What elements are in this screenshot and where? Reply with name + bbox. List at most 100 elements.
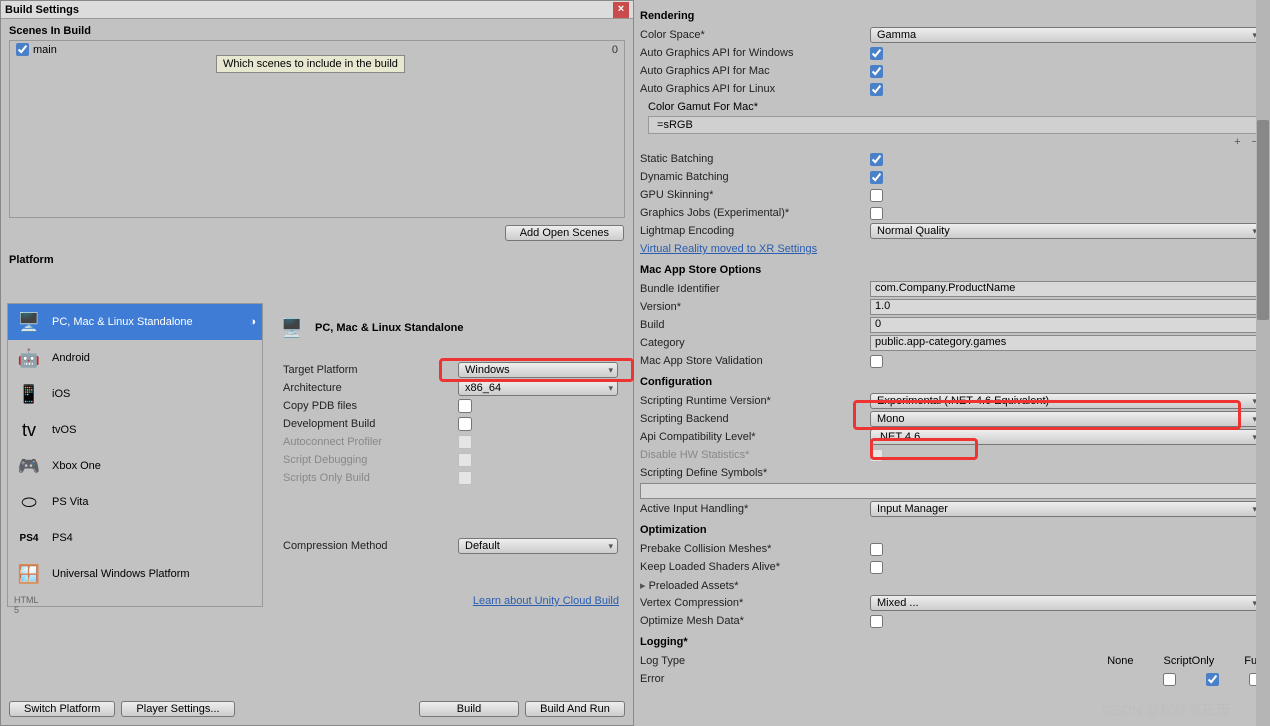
compression-row: Compression Method Default	[275, 537, 627, 555]
platform-label: PS Vita	[52, 496, 89, 508]
architecture-dropdown[interactable]: x86_64	[458, 380, 618, 396]
scrollbar-thumb[interactable]	[1257, 120, 1269, 320]
auto-linux-checkbox[interactable]	[870, 83, 883, 96]
lightmap-dropdown[interactable]: Normal Quality	[870, 223, 1262, 239]
vr-xr-link[interactable]: Virtual Reality moved to XR Settings	[640, 243, 817, 255]
psvita-icon: ⬭	[14, 487, 44, 517]
platform-item-uwp[interactable]: 🪟 Universal Windows Platform	[8, 556, 262, 592]
color-gamut-value[interactable]: sRGB	[663, 119, 692, 131]
input-handling-dropdown[interactable]: Input Manager	[870, 501, 1262, 517]
switch-platform-button[interactable]: Switch Platform	[9, 701, 115, 717]
logging-heading: Logging*	[640, 630, 1262, 652]
macstore-heading: Mac App Store Options	[640, 258, 1262, 280]
build-settings-window: Build Settings × Scenes In Build main 0 …	[0, 0, 634, 726]
scene-name: main	[33, 44, 57, 56]
window-title: Build Settings	[5, 4, 79, 16]
build-number-input[interactable]: 0	[870, 317, 1262, 333]
runtime-version-dropdown[interactable]: Experimental (.NET 4.6 Equivalent)	[870, 393, 1262, 409]
platform-label: PS4	[52, 532, 73, 544]
graphics-jobs-checkbox[interactable]	[870, 207, 883, 220]
auto-win-checkbox[interactable]	[870, 47, 883, 60]
window-titlebar: Build Settings ×	[1, 1, 633, 19]
mac-validation-checkbox[interactable]	[870, 355, 883, 368]
copy-pdb-checkbox[interactable]	[458, 399, 472, 413]
scrollbar[interactable]	[1256, 0, 1270, 726]
lower-area: 🖥️ PC, Mac & Linux Standalone ◑ 🤖 Androi…	[1, 303, 633, 611]
build-button[interactable]: Build	[419, 701, 519, 717]
html5-label: HTML5	[8, 592, 262, 618]
scenes-tooltip: Which scenes to include in the build	[216, 55, 405, 73]
platform-label: PC, Mac & Linux Standalone	[52, 316, 193, 328]
gpu-skin-checkbox[interactable]	[870, 189, 883, 202]
dev-build-checkbox[interactable]	[458, 417, 472, 431]
build-settings-panel: 🖥️ PC, Mac & Linux Standalone Target Pla…	[269, 303, 633, 611]
xbox-icon: 🎮	[14, 451, 44, 481]
scenes-list: main 0 Which scenes to include in the bu…	[9, 40, 625, 218]
prebake-checkbox[interactable]	[870, 543, 883, 556]
vertex-compression-dropdown[interactable]: Mixed ...	[870, 595, 1262, 611]
platform-item-android[interactable]: 🤖 Android	[8, 340, 262, 376]
platform-label: Android	[52, 352, 90, 364]
platform-item-standalone[interactable]: 🖥️ PC, Mac & Linux Standalone ◑	[8, 304, 262, 340]
define-symbols-input[interactable]	[640, 483, 1262, 499]
android-icon: 🤖	[14, 343, 44, 373]
platform-label: Xbox One	[52, 460, 101, 472]
bundle-id-input[interactable]: com.Company.ProductName	[870, 281, 1262, 297]
player-settings-button[interactable]: Player Settings...	[121, 701, 234, 717]
platform-label: iOS	[52, 388, 70, 400]
rendering-heading: Rendering	[640, 4, 1262, 26]
ios-icon: 📱	[14, 379, 44, 409]
compression-dropdown[interactable]: Default	[458, 538, 618, 554]
autoconnect-checkbox	[458, 435, 472, 449]
log-error-scriptonly[interactable]	[1206, 673, 1219, 686]
target-platform-dropdown[interactable]: Windows	[458, 362, 618, 378]
static-batch-checkbox[interactable]	[870, 153, 883, 166]
scripting-backend-dropdown[interactable]: Mono	[870, 411, 1262, 427]
script-debug-checkbox	[458, 453, 472, 467]
scenes-heading: Scenes In Build	[1, 19, 633, 40]
player-settings-panel: Rendering Color Space*Gamma Auto Graphic…	[634, 0, 1270, 726]
platform-item-ios[interactable]: 📱 iOS	[8, 376, 262, 412]
shaders-checkbox[interactable]	[870, 561, 883, 574]
settings-header: 🖥️ PC, Mac & Linux Standalone	[277, 313, 627, 343]
color-space-dropdown[interactable]: Gamma	[870, 27, 1262, 43]
platform-item-tvos[interactable]: tv tvOS	[8, 412, 262, 448]
category-input[interactable]: public.app-category.games	[870, 335, 1262, 351]
auto-mac-checkbox[interactable]	[870, 65, 883, 78]
log-error-none[interactable]	[1163, 673, 1176, 686]
add-remove-buttons[interactable]: + −	[640, 134, 1262, 150]
platform-label: Universal Windows Platform	[52, 568, 190, 580]
uwp-icon: 🪟	[14, 559, 44, 589]
tvos-icon: tv	[14, 415, 44, 445]
platform-item-psvita[interactable]: ⬭ PS Vita	[8, 484, 262, 520]
architecture-row: Architecture x86_64	[275, 379, 627, 397]
unity-icon: ◑	[249, 316, 256, 328]
disable-hw-checkbox	[870, 449, 883, 462]
platform-heading: Platform	[1, 248, 633, 269]
config-heading: Configuration	[640, 370, 1262, 392]
platform-label: tvOS	[52, 424, 76, 436]
scripts-only-checkbox	[458, 471, 472, 485]
build-and-run-button[interactable]: Build And Run	[525, 701, 625, 717]
optimize-mesh-checkbox[interactable]	[870, 615, 883, 628]
cloud-build-link[interactable]: Learn about Unity Cloud Build	[473, 595, 619, 607]
standalone-icon: 🖥️	[277, 313, 307, 343]
scene-checkbox[interactable]	[16, 43, 29, 56]
ps4-icon: PS4	[14, 523, 44, 553]
add-open-scenes-button[interactable]: Add Open Scenes	[505, 225, 624, 241]
target-platform-row: Target Platform Windows	[275, 361, 627, 379]
scene-index: 0	[612, 44, 618, 56]
dynamic-batch-checkbox[interactable]	[870, 171, 883, 184]
optimization-heading: Optimization	[640, 518, 1262, 540]
platform-item-ps4[interactable]: PS4 PS4	[8, 520, 262, 556]
platform-list: 🖥️ PC, Mac & Linux Standalone ◑ 🤖 Androi…	[7, 303, 263, 607]
preloaded-assets-foldout[interactable]: Preloaded Assets*	[640, 579, 870, 592]
api-level-dropdown[interactable]: .NET 4.6	[870, 429, 1262, 445]
close-icon[interactable]: ×	[613, 2, 629, 18]
watermark: CSDN @程序员正茂	[1102, 700, 1230, 720]
settings-title: PC, Mac & Linux Standalone	[315, 322, 464, 334]
bottom-buttons: Switch Platform Player Settings... Build…	[9, 701, 625, 717]
standalone-icon: 🖥️	[14, 307, 44, 337]
platform-item-xbox[interactable]: 🎮 Xbox One	[8, 448, 262, 484]
version-input[interactable]: 1.0	[870, 299, 1262, 315]
